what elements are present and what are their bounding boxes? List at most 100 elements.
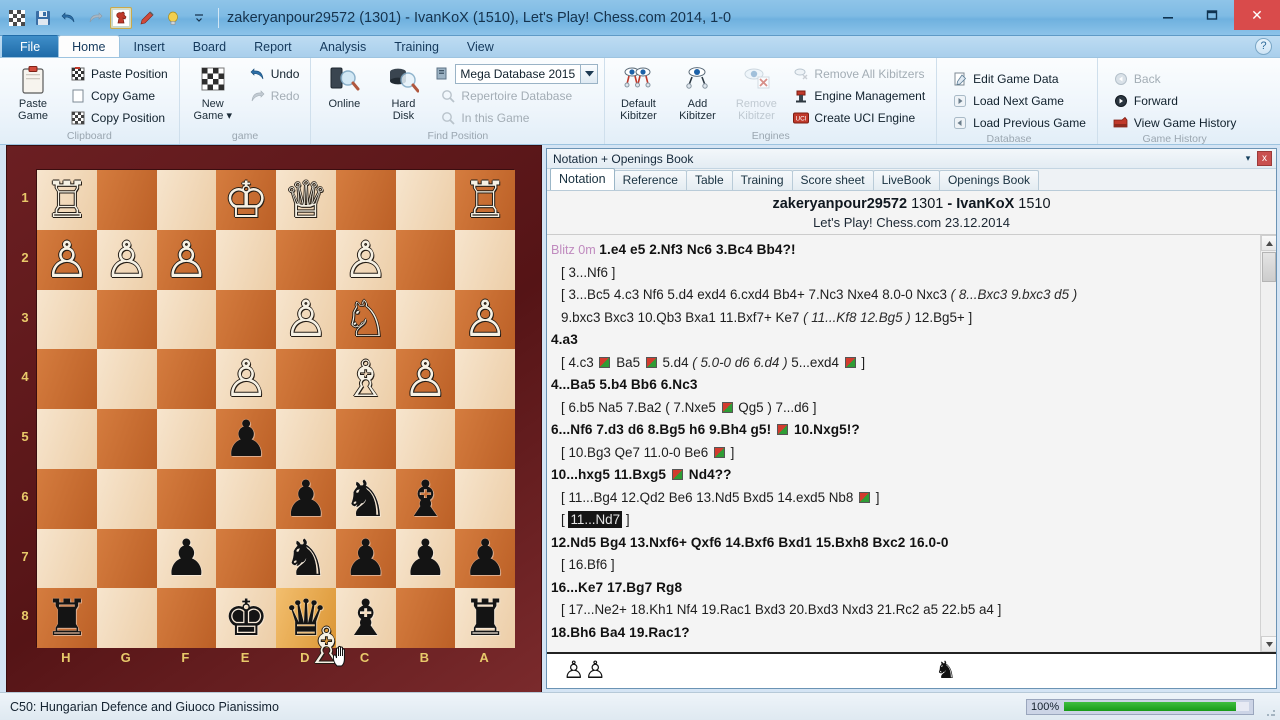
board-square-b8[interactable] [395,588,456,648]
board-square-d2[interactable] [276,229,336,290]
move-line[interactable]: 9.bxc3 Bxc3 10.Qb3 Bxa1 11.Bxf7+ Ke7 ( 1… [551,307,1268,330]
board-square-h7[interactable] [37,528,97,589]
board-square-c6[interactable]: ♞ [335,468,396,529]
move-line[interactable]: Blitz 0m 1.e4 e5 2.Nf3 Nc6 3.Bc4 Bb4?! [551,239,1268,262]
board-square-g8[interactable] [96,588,157,648]
add-kibitzer-button[interactable]: Add Kibitzer [670,62,724,122]
board-square-a1[interactable]: ♖ [455,170,515,230]
variation-moves[interactable]: [ 4.c3 Ba5 5.d4 ( 5.0-0 d6 6.d4 ) 5...ex… [551,355,865,370]
board-square-b6[interactable]: ♝ [395,468,456,529]
board-square-f6[interactable] [156,468,217,529]
board-square-f8[interactable] [156,588,217,648]
piece-a3[interactable]: ♙ [463,294,508,344]
board-square-a4[interactable] [455,349,515,409]
ribbon-tab-file[interactable]: File [2,35,59,57]
pen-icon[interactable] [136,7,158,29]
variation-moves[interactable]: [ 11...Bg4 12.Qd2 Be6 13.Nd5 Bxd5 14.exd… [551,490,880,505]
board-square-d6[interactable]: ♟ [276,468,336,529]
copy-game-button[interactable]: Copy Game [65,85,173,106]
view-game-history-button[interactable]: View Game History [1108,112,1241,133]
sub-variation[interactable]: ( 8...Bxc3 9.bxc3 d5 ) [951,287,1078,302]
ribbon-tab-home[interactable]: Home [58,35,120,57]
close-button[interactable]: ✕ [1234,0,1280,30]
piece-h2[interactable]: ♙ [44,235,89,285]
piece-d6[interactable]: ♟ [283,474,328,524]
undo-icon[interactable] [58,7,80,29]
board-square-c5[interactable] [335,409,396,469]
forward-button[interactable]: Forward [1108,90,1241,111]
board-square-h4[interactable] [37,349,97,409]
piece-f7[interactable]: ♟ [164,533,209,583]
board-square-h5[interactable] [37,409,97,469]
move-line[interactable]: [ 16.Bf6 ] [551,554,1268,577]
move-list[interactable]: Blitz 0m 1.e4 e5 2.Nf3 Nc6 3.Bc4 Bb4?! [ … [547,235,1276,652]
move-line[interactable]: 12.Nd5 Bg4 13.Nxf6+ Qxf6 14.Bxf6 Bxd1 15… [551,532,1268,555]
piece-e5[interactable]: ♟ [224,414,269,464]
piece-d7[interactable]: ♞ [283,533,328,583]
move-line[interactable]: [ 3...Bc5 4.c3 Nf6 5.d4 exd4 6.cxd4 Bb4+… [551,284,1268,307]
engine-management-button[interactable]: Engine Management [788,85,930,106]
scroll-down-arrow-icon[interactable] [1261,636,1276,652]
piece-c2[interactable]: ♙ [343,235,388,285]
move-line[interactable]: [ 17...Ne2+ 18.Kh1 Nf4 19.Rac1 Bxd3 20.B… [551,599,1268,622]
notation-tab-training[interactable]: Training [731,170,793,190]
database-input[interactable]: Mega Database 2015 [455,63,582,84]
piece-c3[interactable]: ♘ [343,294,388,344]
redo-icon[interactable] [84,7,106,29]
board-square-c7[interactable]: ♟ [335,528,396,589]
move-line[interactable]: [ 10.Bg3 Qe7 11.0-0 Be6 ] [551,442,1268,465]
main-line-moves[interactable]: 6...Nf6 7.d3 d6 8.Bg5 h6 9.Bh4 g5! 10.Nx… [551,422,860,437]
board-square-f4[interactable] [156,349,217,409]
board-square-d5[interactable] [276,409,336,469]
edit-game-data-button[interactable]: Edit Game Data [947,68,1091,89]
board-square-a5[interactable] [455,409,515,469]
paste-game-button[interactable]: Paste Game [6,62,60,122]
customize-qat-icon[interactable] [188,7,210,29]
board-square-a7[interactable]: ♟ [455,528,515,589]
board-square-e1[interactable]: ♔ [216,170,276,230]
piece-c4[interactable]: ♗ [343,354,388,404]
board-square-b4[interactable]: ♙ [395,349,456,409]
notation-panel-caret-icon[interactable]: ▾ [1239,153,1257,164]
board-square-e3[interactable] [216,289,276,350]
main-line-moves[interactable]: 4...Ba5 5.b4 Bb6 6.Nc3 [551,377,698,392]
main-line-moves[interactable]: 16...Ke7 17.Bg7 Rg8 [551,580,682,595]
board-square-d8[interactable]: ♛ [276,588,336,648]
move-line[interactable]: 16...Ke7 17.Bg7 Rg8 [551,577,1268,600]
variation-moves[interactable]: [ 11...Nd7 ] [551,511,630,528]
board-square-g2[interactable]: ♙ [96,229,157,290]
move-line[interactable]: [ 4.c3 Ba5 5.d4 ( 5.0-0 d6 6.d4 ) 5...ex… [551,352,1268,375]
main-line-moves[interactable]: 18.Bh6 Ba4 19.Rac1? [551,625,690,640]
variation-moves[interactable]: [ 16.Bf6 ] [551,557,615,572]
notation-tab-table[interactable]: Table [685,170,733,190]
ribbon-tab-training[interactable]: Training [380,35,453,57]
database-combo[interactable]: Mega Database 2015 [435,63,599,84]
variation-moves[interactable]: [ 17...Ne2+ 18.Kh1 Nf4 19.Rac1 Bxd3 20.B… [551,602,1001,617]
board-icon[interactable] [6,7,28,29]
main-line-moves[interactable]: 12.Nd5 Bg4 13.Nxf6+ Qxf6 14.Bxf6 Bxd1 15… [551,535,948,550]
move-line[interactable]: 10...hxg5 11.Bxg5 Nd4?? [551,464,1268,487]
chess-board[interactable]: ♖ ♔ ♕ ♖ ♙ ♙ ♙ ♙ ♙ ♘ ♙ ♙ ♗ ♙ ♟ ♟ ♞ ♝ ♟ ♞ ♟ ♟ ♟ ♜ ♚ ♛ ♝ ♜ ♗ [36,169,515,671]
ribbon-tab-board[interactable]: Board [179,35,240,57]
board-square-c4[interactable]: ♗ [335,349,396,409]
create-uci-engine-button[interactable]: UCI Create UCI Engine [788,107,930,128]
board-square-c3[interactable]: ♘ [335,289,396,350]
variation-moves[interactable]: [ 3...Bc5 4.c3 Nf6 5.d4 exd4 6.cxd4 Bb4+… [551,287,1077,302]
ribbon-tab-view[interactable]: View [453,35,508,57]
board-square-g4[interactable] [96,349,157,409]
board-square-f1[interactable] [156,170,217,230]
board-square-d7[interactable]: ♞ [276,528,336,589]
piece-a1[interactable]: ♖ [463,175,508,225]
board-square-c2[interactable]: ♙ [335,229,396,290]
default-kibitzer-button[interactable]: Default Kibitzer [611,62,665,122]
main-line-moves[interactable]: 4.a3 [551,332,578,347]
board-square-b2[interactable] [395,229,456,290]
piece-g2[interactable]: ♙ [104,235,149,285]
board-square-e7[interactable] [216,528,276,589]
load-next-game-button[interactable]: Load Next Game [947,90,1091,111]
board-square-h1[interactable]: ♖ [37,170,97,230]
move-line[interactable]: [ 11...Bg4 12.Qd2 Be6 13.Nd5 Bxd5 14.exd… [551,487,1268,510]
board-square-c8[interactable]: ♝ [335,588,396,648]
variation-moves[interactable]: 9.bxc3 Bxc3 10.Qb3 Bxa1 11.Bxf7+ Ke7 ( 1… [551,310,972,325]
piece-f2[interactable]: ♙ [164,235,209,285]
